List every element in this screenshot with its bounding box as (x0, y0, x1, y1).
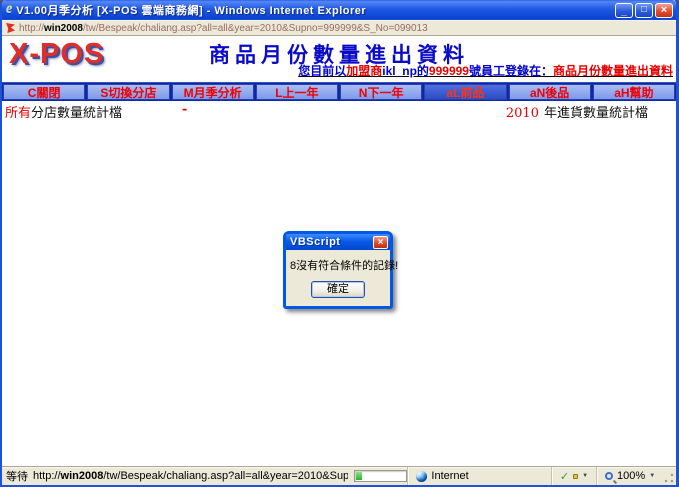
internet-globe-icon (416, 471, 427, 482)
login-current-page: 商品月份數量進出資料 (553, 64, 673, 78)
subheader-separator: - (182, 102, 187, 117)
menu-item-next-product[interactable]: aN後品 (509, 84, 591, 100)
menu-item-previous-product[interactable]: aL前品 (424, 84, 506, 100)
report-subheader: 所有分店數量統計檔 - 2010年進貨數量統計檔 (2, 101, 676, 118)
url-host: win2008 (44, 23, 83, 34)
url-protocol: http:// (19, 23, 44, 34)
login-text-2: 號員工登錄在： (469, 64, 553, 78)
menu-item-previous-year[interactable]: L上一年 (256, 84, 338, 100)
menu-item-month-quarter-analysis[interactable]: M月季分析 (172, 84, 254, 100)
close-button[interactable]: × (655, 3, 673, 18)
safety-check-icon: ✓ (560, 470, 569, 483)
status-url-protocol: http:// (33, 470, 61, 482)
status-bar: 等待 http://win2008/tw/Bespeak/chaliang.as… (2, 466, 676, 485)
menu-item-switch-branch[interactable]: S切換分店 (87, 84, 169, 100)
login-franchise-id: ikl_np的 (382, 64, 429, 78)
login-franchise-label: 加盟商 (346, 64, 382, 78)
safety-dropdown-arrow-icon[interactable]: ▼ (582, 473, 588, 479)
address-url[interactable]: http://win2008/tw/Bespeak/chaliang.asp?a… (19, 23, 428, 34)
browser-window: e V1.00月季分析 [X-POS 雲端商務網] - Windows Inte… (0, 0, 679, 487)
url-path: /tw/Bespeak/chaliang.asp?all=all&year=20… (83, 23, 428, 34)
safety-panel[interactable]: ✓ ▼ (551, 467, 596, 485)
status-url-host: win2008 (61, 470, 104, 482)
site-favicon-icon (6, 23, 15, 33)
login-employee-number: 999999 (429, 64, 469, 78)
resize-grip[interactable] (663, 472, 675, 484)
maximize-icon: □ (641, 5, 647, 15)
menu-item-next-year[interactable]: N下一年 (340, 84, 422, 100)
dialog-message: 8沒有符合條件的記錄! (290, 257, 386, 273)
close-icon: × (661, 5, 667, 15)
status-url: http://win2008/tw/Bespeak/chaliang.asp?a… (33, 470, 348, 482)
window-title: V1.00月季分析 [X-POS 雲端商務網] - Windows Intern… (16, 2, 615, 18)
window-controls: _ □ × (615, 3, 673, 18)
zoom-dropdown-arrow-icon[interactable]: ▼ (649, 473, 655, 479)
maximize-button[interactable]: □ (635, 3, 653, 18)
minimize-icon: _ (621, 7, 627, 17)
progress-bar (354, 470, 407, 482)
menu-item-help[interactable]: aH幫助 (593, 84, 675, 100)
dialog-ok-button[interactable]: 確定 (311, 281, 365, 298)
security-zone-panel: Internet (407, 467, 550, 485)
dialog-title: VBScript (290, 236, 373, 248)
page-header: X-POS 商品月份數量進出資料 您目前以加盟商ikl_np的999999號員工… (2, 36, 676, 82)
menu-item-close[interactable]: C關閉 (3, 84, 85, 100)
dialog-close-icon: × (378, 237, 384, 248)
address-bar: http://win2008/tw/Bespeak/chaliang.asp?a… (2, 20, 676, 36)
login-status-line: 您目前以加盟商ikl_np的999999號員工登錄在：商品月份數量進出資料 (298, 62, 673, 79)
zone-label: Internet (431, 470, 468, 482)
lock-icon (573, 474, 578, 479)
menu-bar: C關閉 S切換分店 M月季分析 L上一年 N下一年 aL前品 aN後品 aH幫助 (2, 82, 676, 101)
login-text: 您目前以 (298, 64, 346, 78)
status-url-path: /tw/Bespeak/chaliang.asp?all=all&year=20… (103, 470, 348, 482)
dialog-close-button[interactable]: × (373, 236, 388, 249)
title-bar: e V1.00月季分析 [X-POS 雲端商務網] - Windows Inte… (2, 0, 676, 20)
vbscript-dialog: VBScript × 8沒有符合條件的記錄! 確定 (283, 231, 393, 309)
dialog-body: 8沒有符合條件的記錄! 確定 (286, 250, 390, 306)
minimize-button[interactable]: _ (615, 3, 633, 18)
zoom-magnifier-icon (605, 472, 613, 480)
progress-fill (356, 472, 362, 480)
ie-logo-icon: e (6, 3, 12, 17)
zoom-panel[interactable]: 100% ▼ (596, 467, 663, 485)
status-state: 等待 (6, 468, 28, 484)
dialog-title-bar: VBScript × (286, 234, 390, 250)
zoom-level: 100% (617, 470, 645, 482)
